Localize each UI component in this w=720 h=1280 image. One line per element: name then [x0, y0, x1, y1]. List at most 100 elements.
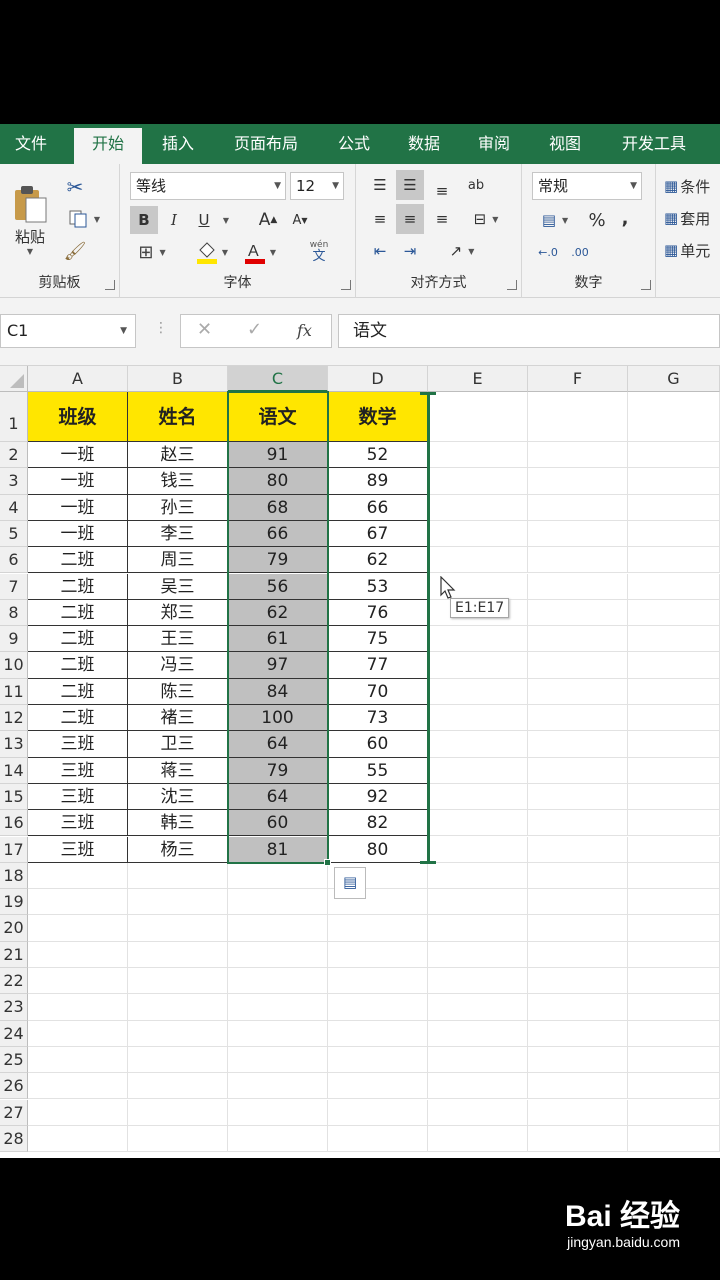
cell-e[interactable]: [428, 889, 528, 916]
table-cell[interactable]: 79: [228, 757, 328, 784]
cell-b[interactable]: [128, 994, 228, 1021]
table-cell[interactable]: 62: [328, 547, 428, 574]
row-header[interactable]: 12: [0, 705, 28, 732]
row-header[interactable]: 13: [0, 731, 28, 758]
cell-g[interactable]: [628, 573, 720, 600]
cell-c[interactable]: [228, 1073, 328, 1100]
cell-c[interactable]: [228, 1046, 328, 1074]
cell-c[interactable]: [228, 968, 328, 995]
cell-b[interactable]: [128, 889, 228, 916]
table-cell[interactable]: 62: [228, 599, 328, 627]
cell-a[interactable]: [28, 1073, 128, 1100]
comma-button[interactable]: ,: [614, 204, 636, 232]
cell-a[interactable]: [28, 1020, 128, 1047]
row-header[interactable]: 18: [0, 862, 28, 890]
cell-f[interactable]: [528, 468, 628, 495]
cell-d[interactable]: [328, 968, 428, 995]
cell-f[interactable]: [528, 547, 628, 574]
table-cell[interactable]: 77: [328, 652, 428, 679]
cell-g[interactable]: [628, 1125, 720, 1153]
cell-f[interactable]: [528, 520, 628, 548]
cell-c[interactable]: [228, 1125, 328, 1153]
italic-button[interactable]: I: [162, 206, 186, 234]
table-cell[interactable]: 吴三: [128, 573, 228, 600]
orientation-icon[interactable]: ab: [462, 170, 490, 200]
cell-g[interactable]: [628, 442, 720, 469]
cell-f[interactable]: [528, 1020, 628, 1047]
table-cell[interactable]: 三班: [28, 731, 128, 758]
font-color-button[interactable]: A ▼: [238, 238, 282, 266]
table-cell[interactable]: 100: [228, 705, 328, 732]
table-cell[interactable]: 61: [228, 626, 328, 653]
cell-e[interactable]: [428, 626, 528, 653]
table-cell[interactable]: 81: [228, 836, 328, 863]
paste-options-button[interactable]: ▤: [334, 866, 366, 899]
table-cell[interactable]: 75: [328, 626, 428, 653]
tab-page-layout[interactable]: 页面布局: [222, 124, 310, 164]
cell-a[interactable]: [28, 862, 128, 890]
row-header[interactable]: 26: [0, 1073, 28, 1100]
cell-g[interactable]: [628, 862, 720, 890]
table-cell[interactable]: 92: [328, 783, 428, 811]
table-cell[interactable]: 三班: [28, 810, 128, 837]
table-cell[interactable]: 二班: [28, 626, 128, 653]
insert-function-button[interactable]: fx: [297, 321, 312, 340]
cell-styles-button[interactable]: ▦ 单元: [664, 236, 720, 264]
cell-f[interactable]: [528, 994, 628, 1021]
table-cell[interactable]: 73: [328, 705, 428, 732]
row-header[interactable]: 25: [0, 1046, 28, 1074]
align-bottom-icon[interactable]: ≡: [428, 176, 456, 206]
tab-home[interactable]: 开始: [74, 128, 142, 164]
cell-f[interactable]: [528, 442, 628, 469]
cell-e[interactable]: [428, 392, 528, 442]
table-cell[interactable]: 84: [228, 678, 328, 705]
table-cell[interactable]: 三班: [28, 783, 128, 811]
cell-f[interactable]: [528, 1046, 628, 1074]
format-as-table-button[interactable]: ▦ 套用: [664, 204, 720, 232]
cell-g[interactable]: [628, 941, 720, 968]
cell-g[interactable]: [628, 889, 720, 916]
row-header[interactable]: 9: [0, 626, 28, 653]
cell-b[interactable]: [128, 968, 228, 995]
cell-e[interactable]: [428, 468, 528, 495]
cell-f[interactable]: [528, 1099, 628, 1126]
conditional-format-button[interactable]: ▦ 条件: [664, 172, 720, 200]
cell-e[interactable]: [428, 442, 528, 469]
underline-button[interactable]: U: [190, 206, 218, 234]
cell-f[interactable]: [528, 1125, 628, 1153]
row-header[interactable]: 11: [0, 678, 28, 705]
column-header-c[interactable]: C: [228, 366, 328, 392]
cell-g[interactable]: [628, 783, 720, 811]
table-cell[interactable]: 二班: [28, 573, 128, 600]
cell-e[interactable]: [428, 678, 528, 705]
table-cell[interactable]: 沈三: [128, 783, 228, 811]
cell-f[interactable]: [528, 941, 628, 968]
table-header-cell[interactable]: 语文: [228, 392, 328, 442]
tab-insert[interactable]: 插入: [146, 124, 210, 164]
cell-e[interactable]: [428, 836, 528, 863]
column-header-e[interactable]: E: [428, 366, 528, 392]
cell-c[interactable]: [228, 915, 328, 942]
font-name-select[interactable]: 等线 ▼: [130, 172, 286, 200]
cell-c[interactable]: [228, 889, 328, 916]
font-size-select[interactable]: 12 ▼: [290, 172, 344, 200]
tab-file[interactable]: 文件: [0, 124, 62, 164]
decrease-font-icon[interactable]: A ▼: [286, 206, 314, 234]
tab-data[interactable]: 数据: [392, 124, 456, 164]
borders-button[interactable]: ⊞ ▼: [130, 238, 174, 266]
table-cell[interactable]: 79: [228, 547, 328, 574]
worksheet-grid[interactable]: A B C D E F G 1 班级 姓名 语文 数学 2 一班 赵三 91 52 3 一班 钱三 80 89 4 一班 孙三 6…: [0, 366, 720, 1158]
cell-a[interactable]: [28, 889, 128, 916]
table-cell[interactable]: 53: [328, 573, 428, 600]
cell-e[interactable]: [428, 1099, 528, 1126]
table-cell[interactable]: 70: [328, 678, 428, 705]
launcher-icon[interactable]: [507, 280, 517, 290]
table-cell[interactable]: 卫三: [128, 731, 228, 758]
text-direction-button[interactable]: ↗ ▼: [440, 236, 484, 266]
cell-f[interactable]: [528, 731, 628, 758]
cell-f[interactable]: [528, 783, 628, 811]
table-cell[interactable]: 赵三: [128, 442, 228, 469]
column-header-g[interactable]: G: [628, 366, 720, 392]
align-left-icon[interactable]: ≡: [366, 204, 394, 234]
cell-a[interactable]: [28, 968, 128, 995]
